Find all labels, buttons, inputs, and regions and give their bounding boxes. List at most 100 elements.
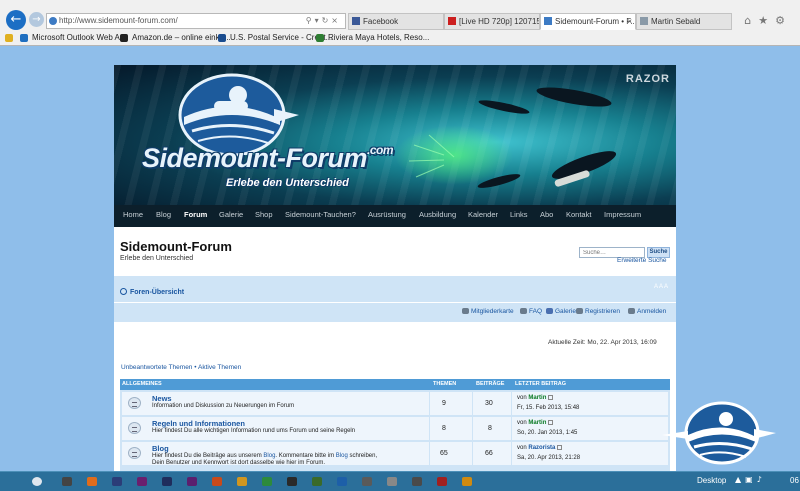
menu-item[interactable]: Impressum: [604, 205, 641, 225]
view-latest-post-icon[interactable]: [548, 420, 554, 425]
nav-link[interactable]: Mitgliederkarte: [462, 308, 514, 315]
forward-arrow-icon[interactable]: →: [29, 12, 44, 27]
browser-tab[interactable]: [Live HD 720p] 120715 - P...: [444, 13, 540, 30]
home-icon[interactable]: ⌂: [744, 14, 758, 27]
forum-description: Hier findest Du alle wichtigen Informati…: [152, 428, 355, 435]
nav-link[interactable]: FAQ: [520, 308, 542, 315]
favorite-label: Amazon.de – online einka...: [132, 33, 231, 42]
taskbar-app-icon[interactable]: [208, 474, 226, 489]
page-subtitle: Erlebe den Unterschied: [120, 255, 194, 262]
settings-gear-icon[interactable]: ⚙: [775, 14, 792, 27]
blog-link[interactable]: Blog: [263, 453, 275, 459]
taskbar-app-icon[interactable]: [258, 474, 276, 489]
app-glyph-icon: [412, 477, 422, 486]
menu-item[interactable]: Shop: [255, 205, 273, 225]
description-text: . Kommentare bitte im: [275, 453, 336, 459]
tab-label: Sidemount-Forum • F...: [555, 17, 636, 26]
address-tools-icon[interactable]: ⚲▾↻×: [306, 14, 341, 28]
favorite-label: Microsoft Outlook Web A...: [32, 33, 127, 42]
last-post-user-link[interactable]: Razorista: [528, 445, 555, 451]
font-size-control[interactable]: A A A: [654, 284, 668, 290]
menu-item[interactable]: Forum: [184, 205, 207, 225]
desktop-toolbar-label[interactable]: Desktop: [697, 476, 726, 485]
view-latest-post-icon[interactable]: [557, 445, 563, 450]
forum-table: ALLGEMEINES THEMEN BEITRÄGE LETZTER BEIT…: [120, 379, 670, 471]
browser-tab[interactable]: Facebook: [348, 13, 444, 30]
menu-item[interactable]: Home: [123, 205, 143, 225]
browser-tab[interactable]: Sidemount-Forum • F... ×: [540, 13, 636, 30]
active-topics-link[interactable]: Aktive Themen: [198, 364, 241, 371]
taskbar-app-icon[interactable]: [358, 474, 376, 489]
nav-link[interactable]: Anmelden: [628, 308, 666, 315]
taskbar-app-icon[interactable]: [433, 474, 451, 489]
blog-link[interactable]: Blog: [336, 453, 348, 459]
start-hp-icon[interactable]: [28, 474, 46, 489]
taskbar-app-icon[interactable]: [458, 474, 476, 489]
address-text: http://www.sidemount-forum.com/: [59, 16, 178, 25]
forum-name-link[interactable]: News: [152, 394, 172, 403]
clock[interactable]: 06: [790, 476, 799, 485]
table-header: ALLGEMEINES THEMEN BEITRÄGE LETZTER BEIT…: [120, 379, 670, 390]
taskbar-app-icon[interactable]: [233, 474, 251, 489]
nav-link-icon: [462, 308, 469, 314]
forum-name-link[interactable]: Blog: [152, 444, 169, 453]
last-post-user-link[interactable]: Martin: [528, 420, 546, 426]
unanswered-topics-link[interactable]: Unbeantwortete Themen: [121, 364, 192, 371]
taskbar-app-icon[interactable]: [333, 474, 351, 489]
taskbar-app-icon[interactable]: [183, 474, 201, 489]
view-latest-post-icon[interactable]: [548, 395, 554, 400]
last-post-user-link[interactable]: Martin: [528, 395, 546, 401]
menu-item[interactable]: Kontakt: [566, 205, 591, 225]
app-glyph-icon: [212, 477, 222, 486]
back-arrow-icon[interactable]: ←: [6, 10, 26, 30]
taskbar-app-icon[interactable]: [133, 474, 151, 489]
forum-name-link[interactable]: Regeln und Informationen: [152, 419, 245, 428]
menu-item[interactable]: Ausbildung: [419, 205, 456, 225]
table-cell-divider: [472, 417, 513, 440]
banner-tagline: Erlebe den Unterschied: [226, 177, 349, 189]
description-text: schreiben,: [347, 453, 378, 459]
nav-link[interactable]: Registrieren: [576, 308, 620, 315]
advanced-search-link[interactable]: Erweiterte Suche: [617, 257, 667, 264]
forum-row[interactable]: Regeln und Informationen Hier findest Du …: [122, 417, 668, 440]
quick-links: Unbeantwortete Themen • Aktive Themen: [121, 364, 241, 371]
tab-favicon-icon: [640, 17, 648, 25]
forum-read-icon: [128, 397, 141, 409]
breadcrumb[interactable]: Foren-Übersicht: [120, 288, 184, 296]
razor-sponsor-logo[interactable]: RAZOR: [626, 73, 670, 85]
nav-link-label: Registrieren: [585, 308, 621, 315]
browser-tab[interactable]: Martin Sebald: [636, 13, 732, 30]
menu-item[interactable]: Ausrüstung: [368, 205, 406, 225]
close-tab-icon[interactable]: ×: [627, 14, 632, 29]
menu-item[interactable]: Sidemount-Tauchen?: [285, 205, 356, 225]
favorite-link[interactable]: Riviera Maya Hotels, Reso...: [316, 31, 429, 45]
taskbar-app-icon[interactable]: [108, 474, 126, 489]
favorite-link[interactable]: Microsoft Outlook Web A...: [20, 31, 127, 45]
menu-item[interactable]: Abo: [540, 205, 553, 225]
post-count: 66: [485, 450, 493, 457]
system-tray-icons[interactable]: ▲▣♪: [735, 475, 766, 484]
nav-link[interactable]: Galerie: [546, 308, 576, 315]
taskbar-app-icon[interactable]: [158, 474, 176, 489]
forum-row[interactable]: News Information und Diskussion zu Neueru…: [122, 392, 668, 415]
menu-item[interactable]: Galerie: [219, 205, 243, 225]
taskbar-app-icon[interactable]: [83, 474, 101, 489]
favorite-link[interactable]: Amazon.de – online einka...: [120, 31, 231, 45]
favorites-star-icon[interactable]: ★: [758, 14, 775, 27]
sidemount-desktop-logo-icon: [662, 401, 776, 465]
address-bar[interactable]: http://www.sidemount-forum.com/ ⚲▾↻×: [46, 13, 346, 29]
taskbar-app-icon[interactable]: [308, 474, 326, 489]
last-post-date: Fr, 15. Feb 2013, 15:48: [517, 405, 580, 411]
forum-description-line: Hier findest Du alle wichtigen Informati…: [152, 428, 355, 435]
menu-item[interactable]: Blog: [156, 205, 171, 225]
taskbar-app-icon[interactable]: [58, 474, 76, 489]
taskbar-app-icon[interactable]: [283, 474, 301, 489]
browser-toolbar-icons[interactable]: ⌂★⚙: [744, 14, 792, 27]
forum-description: Hier findest Du die Beiträge aus unserem…: [152, 453, 377, 467]
menu-item[interactable]: Links: [510, 205, 528, 225]
forum-row[interactable]: Blog Hier findest Du die Beiträge aus uns…: [122, 442, 668, 467]
app-glyph-icon: [62, 477, 72, 486]
taskbar-app-icon[interactable]: [383, 474, 401, 489]
taskbar-app-icon[interactable]: [408, 474, 426, 489]
menu-item[interactable]: Kalender: [468, 205, 498, 225]
